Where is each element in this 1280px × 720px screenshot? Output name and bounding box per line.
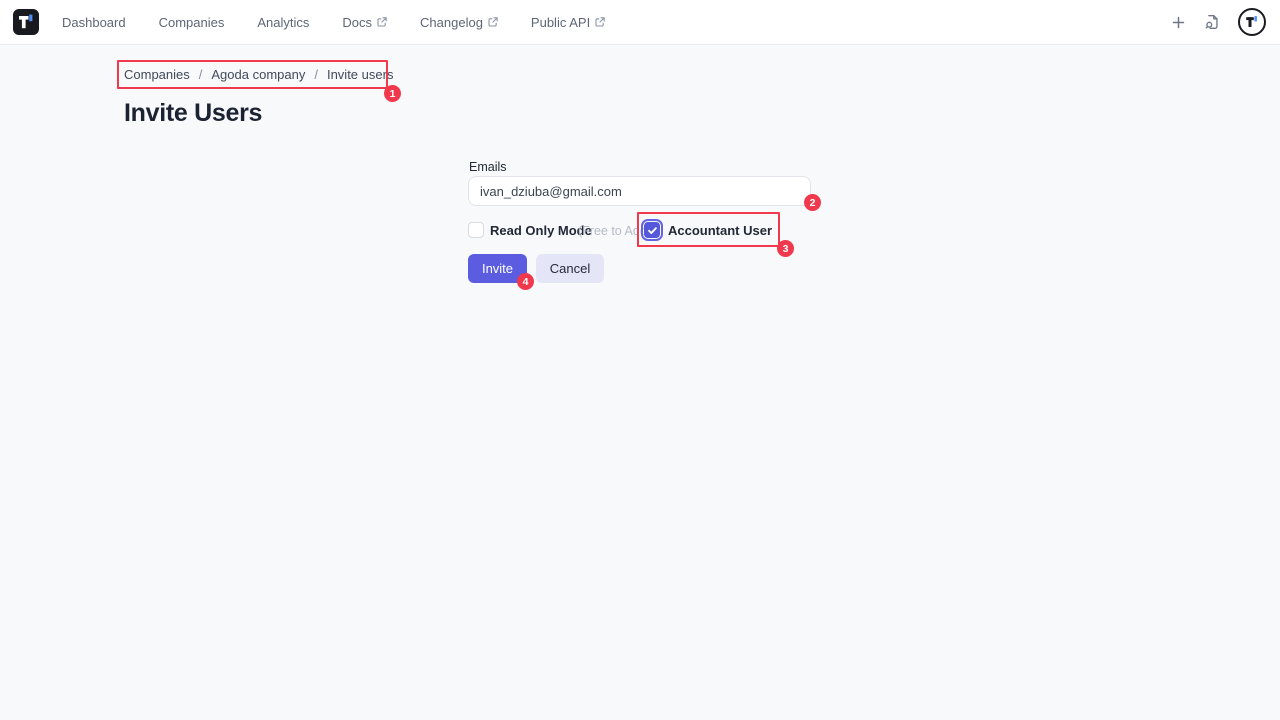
nav-item-docs[interactable]: Docs — [342, 15, 387, 30]
breadcrumb-agoda-company[interactable]: Agoda company — [211, 67, 305, 82]
nav-item-label: Companies — [159, 15, 225, 30]
accountant-user-checkbox[interactable] — [644, 222, 660, 238]
breadcrumb-invite-users[interactable]: Invite users — [327, 67, 393, 82]
read-only-mode-hint: (Free to Add) — [578, 224, 651, 238]
file-search-icon[interactable] — [1203, 13, 1221, 31]
external-link-icon — [377, 15, 387, 30]
external-link-icon — [488, 15, 498, 30]
nav-item-public-api[interactable]: Public API — [531, 15, 605, 30]
nav-item-label: Analytics — [257, 15, 309, 30]
annotation-badge-1: 1 — [384, 85, 401, 102]
breadcrumb-separator: / — [314, 67, 318, 82]
nav-item-label: Dashboard — [62, 15, 126, 30]
invite-button[interactable]: Invite — [468, 254, 527, 283]
breadcrumb: Companies / Agoda company / Invite users — [124, 67, 393, 82]
read-only-mode-checkbox[interactable] — [468, 222, 484, 238]
nav-item-label: Public API — [531, 15, 590, 30]
nav-item-analytics[interactable]: Analytics — [257, 15, 309, 30]
nav-item-label: Changelog — [420, 15, 483, 30]
external-link-icon — [595, 15, 605, 30]
nav-item-label: Docs — [342, 15, 372, 30]
breadcrumb-companies[interactable]: Companies — [124, 67, 190, 82]
page: Dashboard Companies Analytics Docs Chang… — [0, 0, 1280, 720]
emails-label: Emails — [469, 160, 507, 174]
read-only-mode-label[interactable]: Read Only Mode — [490, 223, 592, 238]
emails-input[interactable] — [468, 176, 811, 206]
plus-icon[interactable] — [1171, 15, 1186, 30]
top-nav: Dashboard Companies Analytics Docs Chang… — [0, 0, 1280, 45]
page-title: Invite Users — [124, 99, 262, 128]
account-avatar[interactable] — [1238, 8, 1266, 36]
nav-item-changelog[interactable]: Changelog — [420, 15, 498, 30]
breadcrumb-separator: / — [199, 67, 203, 82]
accountant-user-label[interactable]: Accountant User — [668, 223, 772, 238]
nav-item-dashboard[interactable]: Dashboard — [62, 15, 126, 30]
annotation-badge-3: 3 — [777, 240, 794, 257]
nav-right-actions — [1171, 8, 1267, 36]
nav-links: Dashboard Companies Analytics Docs Chang… — [62, 15, 605, 30]
nav-item-companies[interactable]: Companies — [159, 15, 225, 30]
cancel-button[interactable]: Cancel — [536, 254, 604, 283]
app-logo-icon[interactable] — [13, 9, 39, 35]
